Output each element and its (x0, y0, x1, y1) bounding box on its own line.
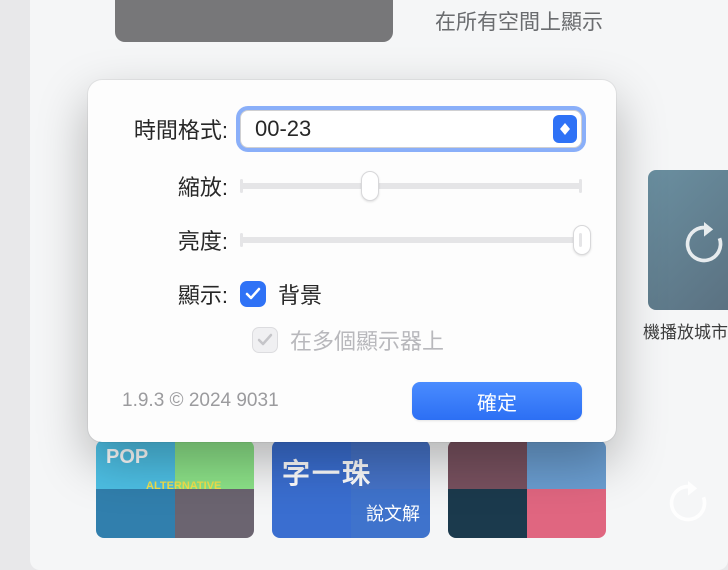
refresh-icon (682, 222, 726, 271)
context-menu-item[interactable]: 在所有空間上顯示 (435, 6, 603, 36)
version-text: 1.9.3 © 2024 9031 (122, 390, 279, 412)
slider-thumb[interactable] (361, 171, 379, 201)
scale-label: 縮放: (122, 170, 240, 202)
side-thumbnail-caption: 機播放城市 (643, 318, 728, 343)
thumb-text: 說文解 (366, 500, 420, 526)
thumbnail[interactable]: POP ALTERNATIVE (96, 440, 254, 538)
thumb-text: ALTERNATIVE (146, 480, 221, 492)
background-checkbox-label: 背景 (278, 278, 322, 310)
time-format-label: 時間格式: (122, 113, 240, 145)
multi-display-checkbox-label: 在多個顯示器上 (290, 324, 444, 356)
refresh-icon[interactable] (666, 481, 710, 530)
time-format-value: 00-23 (255, 116, 553, 142)
thumbnail[interactable]: 字一珠 說文解 (272, 440, 430, 538)
thumbnail-strip: POP ALTERNATIVE 字一珠 說文解 (96, 440, 728, 560)
display-label: 顯示: (122, 278, 240, 310)
preview-rect (115, 0, 393, 42)
brightness-label: 亮度: (122, 224, 240, 256)
chevron-up-down-icon (553, 115, 577, 143)
slider-thumb[interactable] (573, 225, 591, 255)
settings-dialog: 時間格式: 00-23 縮放: 亮度: 顯示: 背景 (88, 80, 616, 442)
thumbnail[interactable] (448, 440, 606, 538)
time-format-select[interactable]: 00-23 (240, 110, 582, 148)
thumb-text: 字一珠 (282, 452, 420, 492)
thumb-text: POP (106, 446, 148, 469)
ok-button[interactable]: 確定 (412, 382, 582, 420)
side-thumbnail[interactable] (648, 170, 728, 310)
scale-slider[interactable] (240, 183, 582, 189)
multi-display-checkbox (252, 327, 278, 353)
brightness-slider[interactable] (240, 237, 582, 243)
background-checkbox[interactable] (240, 281, 266, 307)
